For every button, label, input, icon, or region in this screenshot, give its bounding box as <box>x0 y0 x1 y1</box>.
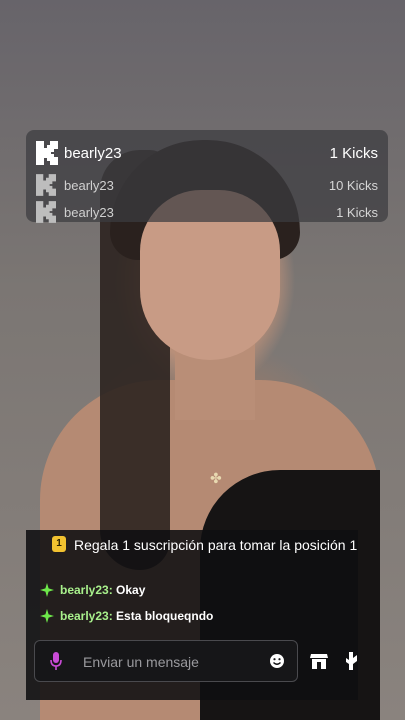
chat-panel: 1 Regala 1 suscripción para tomar la pos… <box>26 530 358 700</box>
sparkle-badge-icon <box>40 609 54 623</box>
leaderboard-kicks: 1 Kicks <box>329 144 378 162</box>
leaderboard-row: bearly23 1 Kicks <box>26 200 388 224</box>
promo-badge: 1 <box>52 536 66 552</box>
subscription-promo[interactable]: 1 Regala 1 suscripción para tomar la pos… <box>26 530 358 560</box>
chat-text: Esta bloqueqndo <box>112 609 214 623</box>
leaderboard-username: bearly23 <box>64 204 114 220</box>
leaderboard-username: bearly23 <box>64 177 114 193</box>
kick-logo-icon <box>36 174 56 196</box>
more-icon[interactable] <box>346 652 358 670</box>
kick-logo-icon <box>36 141 58 165</box>
leaderboard-username: bearly23 <box>64 144 122 162</box>
gift-leaderboard: bearly23 1 Kicks bearly23 10 Kicks bearl… <box>26 130 388 224</box>
chat-message-input[interactable] <box>81 651 265 673</box>
emoji-icon[interactable] <box>269 653 285 669</box>
store-icon[interactable] <box>310 653 328 669</box>
promo-text: Regala 1 suscripción para tomar la posic… <box>74 537 358 553</box>
chat-text: Okay <box>112 583 146 597</box>
leaderboard-kicks: 1 Kicks <box>336 204 378 220</box>
sparkle-badge-icon <box>40 583 54 597</box>
leaderboard-row: bearly23 1 Kicks <box>26 136 388 170</box>
chat-username[interactable]: bearly23: Esta bloqueqndo <box>60 609 213 623</box>
microphone-icon[interactable] <box>49 651 63 671</box>
chat-username[interactable]: bearly23: Okay <box>60 583 145 597</box>
chat-input-box[interactable] <box>34 640 298 682</box>
necklace-pendant: ✤ <box>210 470 222 486</box>
leaderboard-kicks: 10 Kicks <box>328 177 378 193</box>
kick-logo-icon <box>36 201 56 223</box>
leaderboard-row: bearly23 10 Kicks <box>26 172 388 198</box>
